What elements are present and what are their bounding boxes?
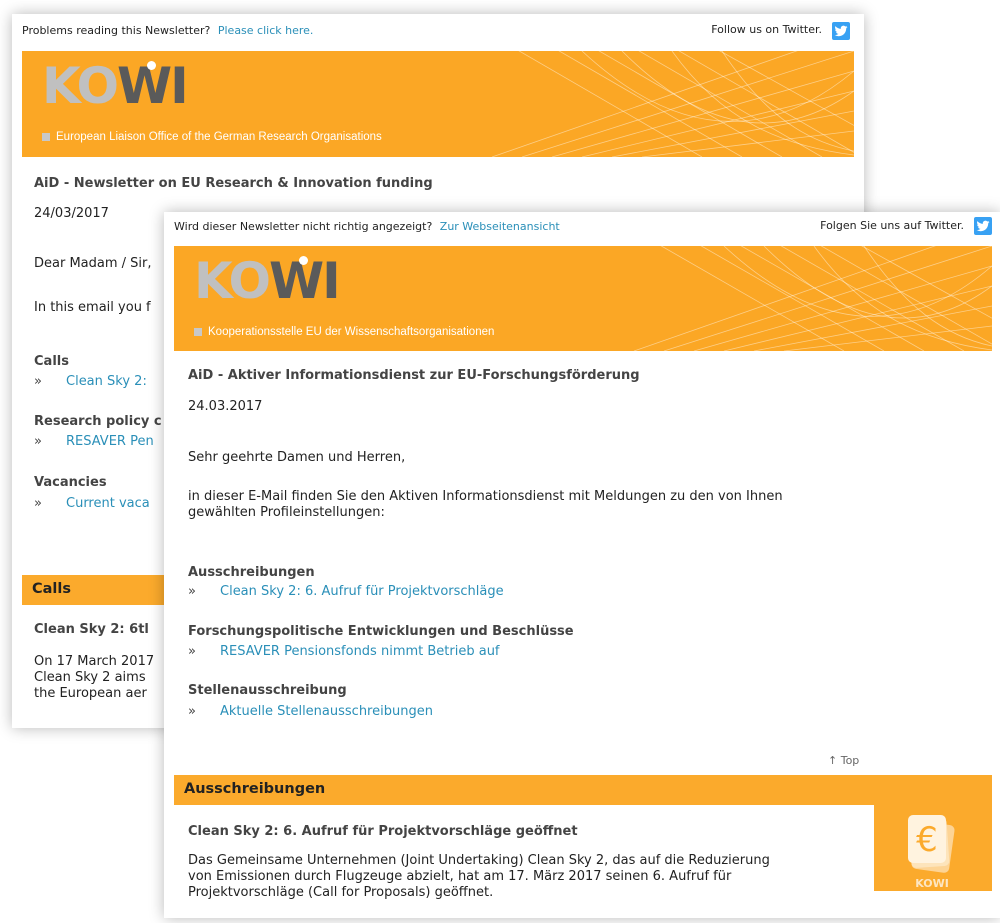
- calls-list-item[interactable]: » Clean Sky 2: 6. Aufruf für Projektvorsc…: [188, 584, 504, 599]
- policy-list-item[interactable]: » RESAVER Pen: [34, 434, 154, 449]
- topbar: Wird dieser Newsletter nicht richtig ang…: [164, 212, 1000, 246]
- vacancies-heading: Stellenausschreibung: [188, 683, 347, 698]
- vacancies-heading: Vacancies: [34, 475, 107, 490]
- article-body: On 17 March 2017 Clean Sky 2 aims the Eu…: [34, 654, 155, 701]
- web-view-link[interactable]: Zur Webseitenansicht: [440, 220, 560, 233]
- back-to-top-link[interactable]: ↑ Top: [828, 754, 859, 767]
- newsletter-date: 24/03/2017: [34, 206, 109, 221]
- follow-twitter-text[interactable]: Folgen Sie uns auf Twitter.: [820, 219, 964, 232]
- kowi-banner: KOWI European Liaison Office of the Germ…: [22, 51, 854, 157]
- policy-heading: Research policy c: [34, 414, 162, 429]
- article-title: Clean Sky 2: 6tl: [34, 622, 149, 637]
- greeting: Sehr geehrte Damen und Herren,: [188, 450, 406, 465]
- svg-text:KOWI: KOWI: [915, 877, 949, 890]
- topbar: Problems reading this Newsletter? Please…: [12, 14, 864, 48]
- section-bar-calls: Calls: [22, 575, 182, 605]
- kowi-banner: KOWI Kooperationsstelle EU der Wissensch…: [174, 246, 992, 351]
- article-title: Clean Sky 2: 6. Aufruf für Projektvorsch…: [188, 824, 578, 839]
- newsletter-date: 24.03.2017: [188, 399, 263, 414]
- intro-text: in dieser E-Mail finden Sie den Aktiven …: [188, 489, 783, 520]
- policy-heading: Forschungspolitische Entwicklungen und B…: [188, 624, 574, 639]
- greeting: Dear Madam / Sir,: [34, 256, 152, 271]
- follow-twitter-text[interactable]: Follow us on Twitter.: [711, 23, 822, 36]
- twitter-icon[interactable]: [974, 217, 992, 235]
- article-body: Das Gemeinsame Unternehmen (Joint Undert…: [188, 853, 770, 900]
- newsletter-title: AiD - Newsletter on EU Research & Innova…: [34, 176, 433, 191]
- banner-subtitle: Kooperationsstelle EU der Wissenschaftso…: [194, 326, 494, 338]
- problem-text: Wird dieser Newsletter nicht richtig ang…: [174, 220, 433, 233]
- twitter-icon[interactable]: [832, 22, 850, 40]
- kowi-logo: KOWI: [42, 57, 189, 115]
- banner-subtitle: European Liaison Office of the German Re…: [42, 131, 382, 143]
- section-bar-calls: Ausschreibungen: [174, 775, 992, 805]
- calls-heading: Calls: [34, 354, 69, 369]
- policy-list-item[interactable]: » RESAVER Pensionsfonds nimmt Betrieb auf: [188, 644, 500, 659]
- problem-notice: Problems reading this Newsletter? Please…: [22, 24, 313, 37]
- calls-list-item[interactable]: » Clean Sky 2:: [34, 374, 147, 389]
- web-view-link[interactable]: Please click here.: [218, 24, 314, 37]
- intro-text: In this email you f: [34, 300, 151, 315]
- calls-heading: Ausschreibungen: [188, 565, 315, 580]
- vacancies-list-item[interactable]: » Aktuelle Stellenausschreibungen: [188, 704, 433, 719]
- kowi-logo: KOWI: [194, 252, 341, 310]
- newsletter-de: Wird dieser Newsletter nicht richtig ang…: [164, 212, 1000, 918]
- problem-text: Problems reading this Newsletter?: [22, 24, 211, 37]
- vacancies-list-item[interactable]: » Current vaca: [34, 496, 150, 511]
- newsletter-title: AiD - Aktiver Informationsdienst zur EU-…: [188, 368, 640, 383]
- euro-funding-icon: € KOWI: [874, 805, 992, 891]
- problem-notice: Wird dieser Newsletter nicht richtig ang…: [174, 220, 560, 233]
- svg-text:€: €: [916, 820, 938, 860]
